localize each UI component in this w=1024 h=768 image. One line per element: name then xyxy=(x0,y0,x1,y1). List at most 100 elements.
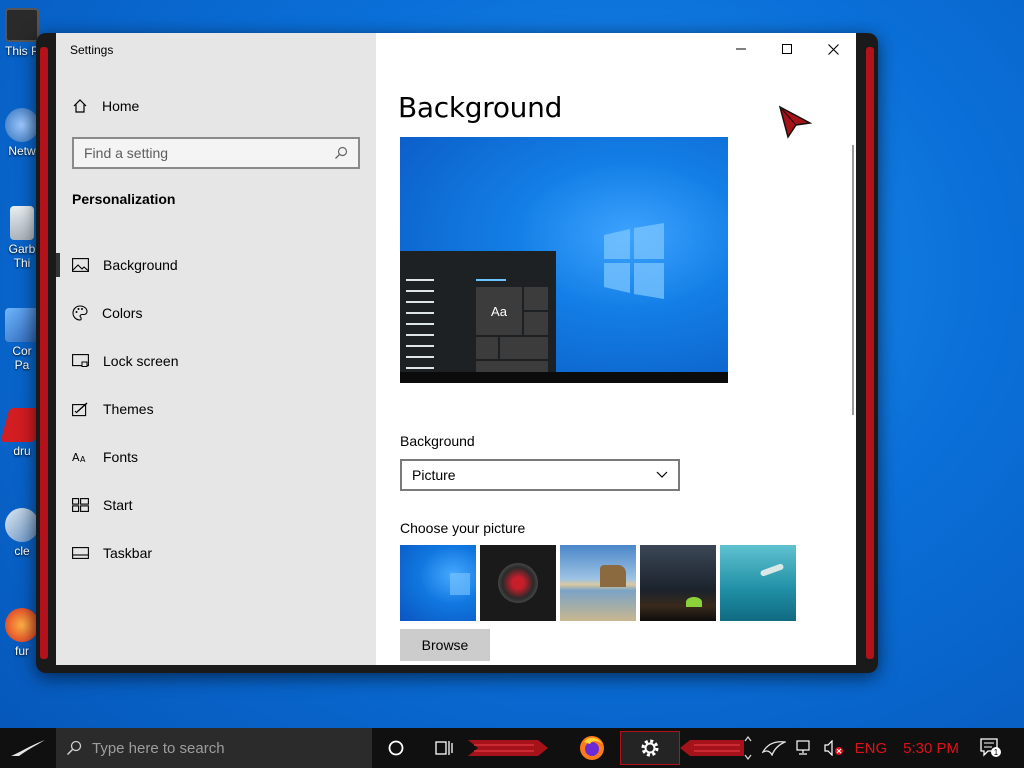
control-panel-icon xyxy=(5,308,39,342)
desktop-icon-label: cle xyxy=(14,544,30,558)
background-type-select[interactable]: Picture xyxy=(400,459,680,491)
close-button[interactable] xyxy=(810,33,856,65)
taskbar-decoration-left xyxy=(468,728,564,768)
recycle-bin-icon xyxy=(10,206,34,240)
preview-taskbar xyxy=(400,372,728,383)
desktop-icon-label: This P xyxy=(4,44,39,58)
start-button[interactable] xyxy=(0,728,56,768)
gear-icon xyxy=(641,739,659,757)
nav-item-label: Colors xyxy=(102,305,143,321)
content-pane: Background Aa Background Picture Choose … xyxy=(376,33,856,665)
picture-thumbnail-rog[interactable] xyxy=(480,545,556,621)
rog-stripe-icon xyxy=(468,740,548,756)
cortana-icon xyxy=(388,740,404,756)
taskbar-clock[interactable]: 5:30 PM xyxy=(893,740,975,757)
browse-button[interactable]: Browse xyxy=(400,629,490,661)
task-view-icon xyxy=(435,741,453,755)
maximize-icon xyxy=(782,44,792,54)
nav-item-label: Background xyxy=(103,257,178,273)
firefox-icon xyxy=(580,736,604,760)
taskbar-app-firefox[interactable] xyxy=(564,731,620,765)
preview-start-menu: Aa xyxy=(400,251,556,372)
start-logo-icon xyxy=(11,740,45,756)
fonts-icon: A A xyxy=(72,451,86,464)
taskbar-search-placeholder: Type here to search xyxy=(92,739,225,757)
svg-text:A: A xyxy=(80,455,86,464)
nav-pane: Settings Home Find a setting Personaliza… xyxy=(56,33,376,665)
background-preview: Aa xyxy=(400,137,728,383)
nav-item-lock-screen[interactable]: Lock screen xyxy=(56,337,376,385)
taskbar-icon xyxy=(72,547,89,559)
cleaner-icon xyxy=(5,508,39,542)
picture-thumbnail-night-sky[interactable] xyxy=(640,545,716,621)
nav-item-label: Taskbar xyxy=(103,545,153,561)
minimize-icon xyxy=(736,48,746,50)
network-icon xyxy=(5,108,39,142)
nav-item-label: Themes xyxy=(103,401,154,417)
preview-tile-aa: Aa xyxy=(476,287,522,335)
scrollbar[interactable] xyxy=(852,145,854,415)
taskbar-app-settings[interactable] xyxy=(620,731,680,765)
taskbar-search-box[interactable]: Type here to search xyxy=(56,728,372,768)
background-type-value: Picture xyxy=(412,467,456,483)
task-view-button[interactable] xyxy=(420,728,468,768)
notification-icon: 1 xyxy=(980,738,1001,757)
window-title: Settings xyxy=(70,43,114,57)
tray-volume[interactable] xyxy=(819,740,849,756)
search-icon xyxy=(66,740,82,756)
taskbar: Type here to search ENG 5:30 PM 1 xyxy=(0,728,1024,768)
minimize-button[interactable] xyxy=(718,33,764,65)
nav-item-taskbar[interactable]: Taskbar xyxy=(56,529,376,577)
picture-thumbnail-beach[interactable] xyxy=(560,545,636,621)
nav-list: Background Colors Lock screen Themes A A… xyxy=(56,241,376,577)
themes-icon xyxy=(72,401,88,416)
furmark-icon xyxy=(5,608,39,642)
windows-logo-icon xyxy=(604,223,664,299)
frame-rail-left xyxy=(40,47,48,659)
system-tray: ENG 5:30 PM 1 xyxy=(739,728,1024,768)
notification-count: 1 xyxy=(994,748,999,757)
mouse-cursor-icon xyxy=(778,105,812,139)
desktop-icon-label: dru xyxy=(13,444,31,458)
nav-item-background[interactable]: Background xyxy=(56,241,376,289)
computer-icon xyxy=(5,8,39,42)
lock-screen-icon xyxy=(72,353,89,367)
start-icon xyxy=(72,498,89,512)
action-center-button[interactable]: 1 xyxy=(975,738,1024,758)
background-label: Background xyxy=(400,433,475,449)
picture-thumbnail-underwater[interactable] xyxy=(720,545,796,621)
volume-muted-icon xyxy=(824,740,843,756)
search-placeholder: Find a setting xyxy=(84,145,169,161)
search-icon xyxy=(335,146,348,159)
tray-overflow-button[interactable] xyxy=(739,733,757,763)
choose-picture-label: Choose your picture xyxy=(400,520,526,536)
section-title: Personalization xyxy=(72,191,176,207)
desktop-icon-label: Garb Thi xyxy=(8,242,36,270)
nav-item-themes[interactable]: Themes xyxy=(56,385,376,433)
input-language[interactable]: ENG xyxy=(849,740,894,757)
desktop-icon-label: Cor Pa xyxy=(12,344,32,372)
rog-logo-icon xyxy=(761,741,786,756)
close-icon xyxy=(827,43,839,55)
home-icon xyxy=(73,99,87,113)
chevron-up-icon xyxy=(744,736,752,760)
settings-window: Settings Home Find a setting Personaliza… xyxy=(56,33,856,665)
svg-text:A: A xyxy=(72,451,80,464)
page-title: Background xyxy=(398,91,563,124)
tray-network[interactable] xyxy=(791,740,819,756)
home-link[interactable]: Home xyxy=(56,89,376,123)
maximize-button[interactable] xyxy=(764,33,810,65)
nav-item-colors[interactable]: Colors xyxy=(56,289,376,337)
nav-item-label: Start xyxy=(103,497,133,513)
tray-rog-app[interactable] xyxy=(757,740,791,756)
picture-icon xyxy=(72,258,89,272)
nav-item-fonts[interactable]: A A Fonts xyxy=(56,433,376,481)
picture-thumbnail-windows[interactable] xyxy=(400,545,476,621)
nav-item-start[interactable]: Start xyxy=(56,481,376,529)
find-setting-input[interactable]: Find a setting xyxy=(72,137,360,169)
frame-rail-right xyxy=(866,47,874,659)
cortana-button[interactable] xyxy=(372,728,420,768)
desktop-icon-label: fur xyxy=(14,644,29,658)
network-icon xyxy=(796,740,810,755)
home-label: Home xyxy=(102,98,140,114)
